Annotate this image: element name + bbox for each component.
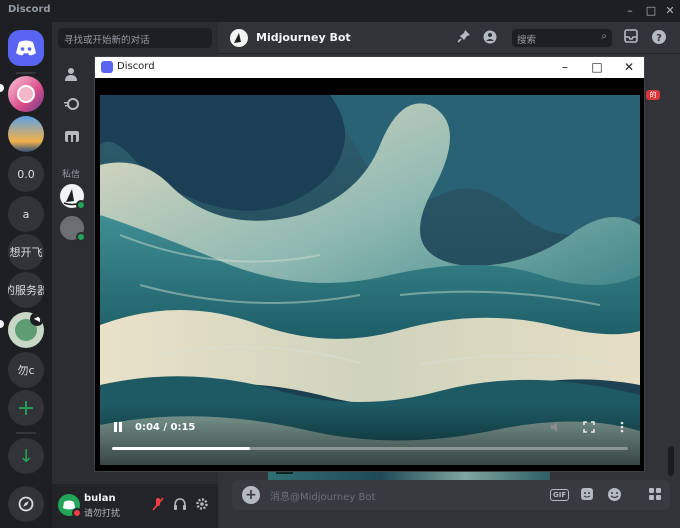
popout-video-window: Discord – □ ✕ 0:04 / 0:15	[94, 56, 645, 472]
username: bulan	[84, 493, 116, 504]
discord-logo-icon	[101, 61, 113, 73]
midjourney-avatar[interactable]	[230, 29, 248, 47]
speaker-icon: ◀	[30, 312, 44, 326]
nitro-icon[interactable]	[64, 96, 82, 114]
maximize-button[interactable]: □	[641, 2, 661, 20]
add-server-button[interactable]: +	[8, 390, 44, 426]
download-apps-button[interactable]: ↓	[8, 438, 44, 474]
attach-plus-icon[interactable]: +	[242, 486, 260, 504]
compass-icon	[18, 496, 34, 512]
server-a[interactable]: a	[8, 196, 44, 232]
gif-button[interactable]: GIF	[550, 487, 570, 503]
video-progress-fill	[112, 447, 250, 450]
user-panel: bulan 请勿打扰	[52, 484, 218, 528]
server-wuc[interactable]: 勿c	[8, 352, 44, 388]
channel-title: Midjourney Bot	[256, 31, 351, 44]
popup-title: Discord	[117, 61, 155, 72]
server-anime[interactable]	[8, 76, 44, 112]
server-list: 0.0 a 想开飞 的服务器 ◀ 勿c + ↓	[0, 22, 52, 528]
server-de-fuwuqi[interactable]: 的服务器	[8, 272, 44, 308]
add-server-icon: +	[16, 395, 36, 421]
home-button[interactable]	[8, 30, 44, 66]
server-label: a	[22, 207, 30, 221]
video-time: 0:04 / 0:15	[135, 422, 196, 433]
channel-search-input[interactable]: 搜索 ⌕	[512, 29, 612, 47]
chat-scrollbar[interactable]	[668, 446, 674, 476]
popup-minimize-button[interactable]: –	[553, 58, 577, 77]
dnd-status-icon	[72, 508, 82, 518]
pin-icon[interactable]	[455, 29, 473, 47]
fullscreen-icon[interactable]	[583, 421, 597, 435]
minimize-button[interactable]: –	[620, 2, 640, 20]
video-progress-bar[interactable]	[112, 447, 628, 450]
friends-icon[interactable]	[64, 66, 82, 84]
server-sunset[interactable]	[8, 116, 44, 152]
message-composer[interactable]: + 消息@Midjourney Bot GIF	[232, 480, 670, 510]
message-input[interactable]: 消息@Midjourney Bot	[270, 488, 375, 503]
server-divider	[16, 72, 36, 74]
sticker-icon[interactable]	[578, 487, 596, 503]
dm-search-input[interactable]: 寻找或开始新的对话	[58, 28, 212, 48]
server-0-0[interactable]: 0.0	[8, 156, 44, 192]
server-label: 的服务器	[8, 284, 44, 297]
search-icon: ⌕	[601, 31, 607, 42]
inbox-icon[interactable]	[622, 29, 640, 47]
settings-gear-icon[interactable]	[194, 497, 210, 513]
dm-midjourney-avatar[interactable]	[60, 184, 86, 210]
server-label: 想开飞	[9, 246, 43, 259]
video-player[interactable]: 0:04 / 0:15	[100, 95, 640, 465]
video-controls: 0:04 / 0:15	[100, 405, 640, 465]
help-icon[interactable]: ?	[650, 29, 668, 47]
online-status	[76, 200, 86, 210]
gif-icon: GIF	[550, 489, 570, 501]
apps-icon[interactable]	[646, 487, 664, 503]
popup-titlebar: Discord – □ ✕	[95, 57, 644, 78]
dm-header: 私信	[62, 170, 81, 180]
headphones-icon[interactable]	[172, 497, 188, 513]
volume-icon[interactable]	[550, 421, 564, 435]
server-divider	[16, 432, 36, 434]
app-title: Discord	[8, 4, 51, 15]
close-button[interactable]: ✕	[660, 2, 680, 20]
unread-indicator	[0, 84, 4, 92]
popup-maximize-button[interactable]: □	[585, 58, 609, 77]
add-friend-icon[interactable]	[482, 29, 500, 47]
search-placeholder: 搜索	[517, 35, 537, 46]
pause-icon[interactable]	[112, 421, 126, 435]
channel-header: Midjourney Bot 搜索 ⌕ ?	[218, 22, 680, 54]
mic-muted-icon[interactable]	[150, 497, 166, 513]
dm-user-avatar[interactable]	[60, 216, 86, 242]
server-label: 0.0	[17, 167, 35, 181]
server-green-avatar[interactable]: ◀	[8, 312, 44, 348]
server-xiangkaifei[interactable]: 想开飞	[8, 234, 44, 270]
unread-indicator	[0, 320, 4, 328]
shop-icon[interactable]	[64, 128, 82, 146]
popup-close-button[interactable]: ✕	[617, 58, 641, 77]
server-label: 勿c	[17, 364, 35, 377]
online-status	[76, 232, 86, 242]
discord-icon	[16, 40, 36, 56]
emoji-icon[interactable]	[605, 487, 623, 503]
discover-button[interactable]	[8, 486, 44, 522]
download-icon: ↓	[18, 445, 34, 467]
svg-text:?: ?	[656, 33, 662, 44]
window-titlebar: Discord – □ ✕	[0, 0, 680, 22]
anime-avatar-icon	[17, 85, 35, 103]
unread-badge: 的	[646, 90, 660, 100]
more-options-icon[interactable]	[616, 421, 630, 435]
user-status-text: 请勿打扰	[84, 509, 121, 519]
